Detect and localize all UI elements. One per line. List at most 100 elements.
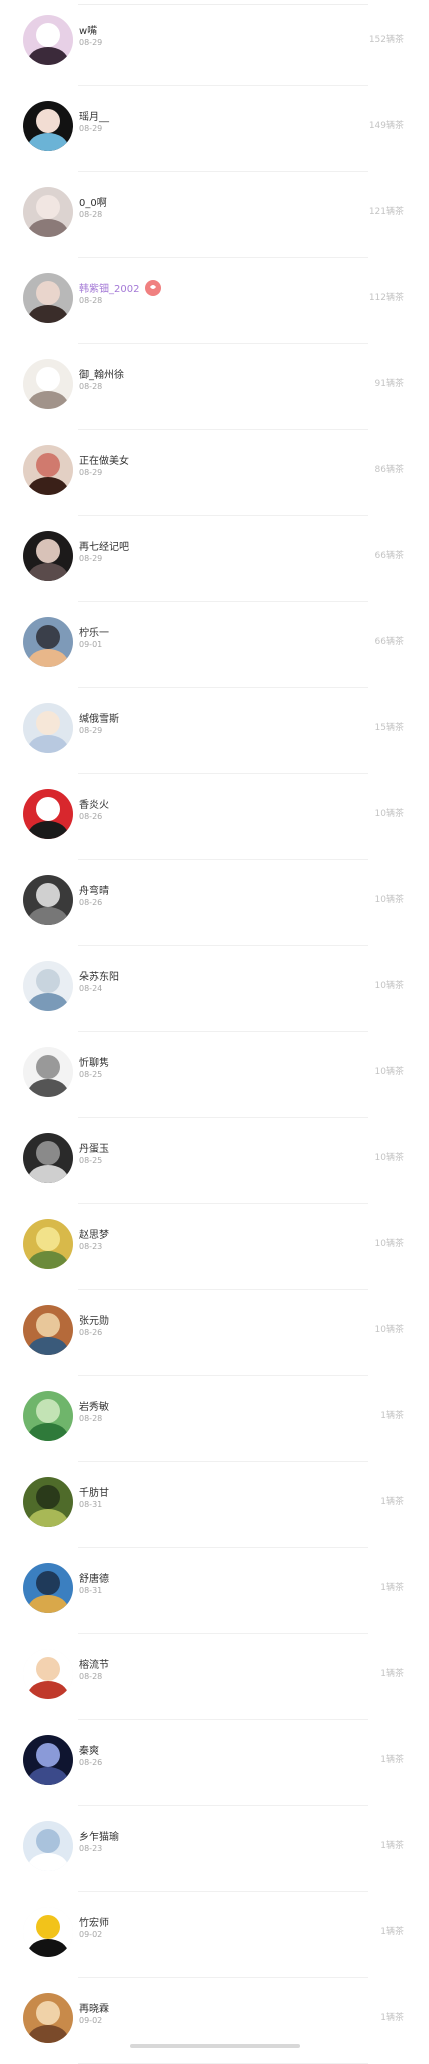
user-name[interactable]: 朵苏东阳 — [79, 968, 119, 983]
list-item-count: 121辆茶 — [368, 207, 404, 217]
bw-portrait-avatar-icon[interactable] — [23, 1133, 73, 1183]
list-item-count: 91辆茶 — [374, 379, 404, 389]
list-item-count: 112辆茶 — [368, 293, 404, 303]
list-item[interactable]: 忻聊隽 08-25 10辆茶 — [0, 1032, 429, 1118]
list-item-count: 1辆茶 — [380, 1583, 404, 1593]
list-item[interactable]: 香炎火 08-26 10辆茶 — [0, 774, 429, 860]
yellow-flowers-avatar-icon[interactable] — [23, 1219, 73, 1269]
list-item-date: 08-29 — [79, 554, 103, 563]
night-sky-avatar-icon[interactable] — [23, 1735, 73, 1785]
list-item-date: 08-24 — [79, 984, 103, 993]
landscape-avatar-icon[interactable] — [23, 1563, 73, 1613]
user-name[interactable]: 秦爽 — [79, 1742, 99, 1757]
list-item[interactable]: 御_翰州徐 08-28 91辆茶 — [0, 344, 429, 430]
list-item-count: 66辆茶 — [374, 637, 404, 647]
list-item[interactable]: 韩紫钿_2002 08-28 112辆茶 — [0, 258, 429, 344]
list-item-count: 66辆茶 — [374, 551, 404, 561]
user-name[interactable]: w嘴 — [79, 22, 97, 37]
list-item[interactable]: 秦爽 08-26 1辆茶 — [0, 1720, 429, 1806]
list-item-date: 08-25 — [79, 1156, 103, 1165]
anime-girl-avatar-icon[interactable] — [23, 703, 73, 753]
girl-red-lips-avatar-icon[interactable] — [23, 445, 73, 495]
home-indicator — [130, 2044, 300, 2048]
girl-selfie-avatar-icon[interactable] — [23, 187, 73, 237]
list-item[interactable]: 丹蛋玉 08-25 10辆茶 — [0, 1118, 429, 1204]
dark-text-avatar-icon[interactable] — [23, 875, 73, 925]
list-item-count: 10辆茶 — [374, 1153, 404, 1163]
list-item[interactable]: 0_0啊 08-28 121辆茶 — [0, 172, 429, 258]
list-item-date: 09-02 — [79, 1930, 103, 1939]
list-item-count: 86辆茶 — [374, 465, 404, 475]
user-name[interactable]: 韩紫钿_2002 — [79, 280, 139, 295]
list-item-date: 08-29 — [79, 726, 103, 735]
list-item-date: 08-31 — [79, 1500, 103, 1509]
list-item[interactable]: 张元勋 08-26 10辆茶 — [0, 1290, 429, 1376]
list-item-count: 15辆茶 — [374, 723, 404, 733]
list-item-date: 08-26 — [79, 812, 103, 821]
cat-hat-avatar-icon[interactable] — [23, 359, 73, 409]
list-item[interactable]: 再七经记吧 08-29 66辆茶 — [0, 516, 429, 602]
flower-avatar-icon[interactable] — [23, 15, 73, 65]
user-list: w嘴 08-29 152辆茶 瑶月__ 08-29 149辆茶 0_0啊 08-28 121辆茶… — [0, 0, 429, 2064]
blue-flowers-avatar-icon[interactable] — [23, 961, 73, 1011]
user-name[interactable]: 舟弯晴 — [79, 882, 109, 897]
user-name[interactable]: 张元勋 — [79, 1312, 109, 1327]
user-name[interactable]: 正在做美女 — [79, 452, 129, 467]
user-name[interactable]: 丹蛋玉 — [79, 1140, 109, 1155]
list-item-date: 08-23 — [79, 1242, 103, 1251]
list-item-date: 08-26 — [79, 898, 103, 907]
list-item[interactable]: 千肪甘 08-31 1辆茶 — [0, 1462, 429, 1548]
user-name[interactable]: 舒唐德 — [79, 1570, 109, 1585]
list-item[interactable]: w嘴 08-29 152辆茶 — [0, 0, 429, 86]
user-name[interactable]: 香炎火 — [79, 796, 109, 811]
list-item-date: 08-25 — [79, 1070, 103, 1079]
list-item[interactable]: 正在做美女 08-29 86辆茶 — [0, 430, 429, 516]
list-item-count: 10辆茶 — [374, 1325, 404, 1335]
list-item[interactable]: 竹宏师 09-02 1辆茶 — [0, 1892, 429, 1978]
list-item-date: 08-28 — [79, 1672, 103, 1681]
user-name[interactable]: 榕流节 — [79, 1656, 109, 1671]
user-name[interactable]: 再七经记吧 — [79, 538, 129, 553]
user-name[interactable]: 竹宏师 — [79, 1914, 109, 1929]
list-item[interactable]: 岩秀敏 08-28 1辆茶 — [0, 1376, 429, 1462]
list-item[interactable]: 舟弯晴 08-26 10辆茶 — [0, 860, 429, 946]
list-item[interactable]: 榕流节 08-28 1辆茶 — [0, 1634, 429, 1720]
dark-hair-avatar-icon[interactable] — [23, 531, 73, 581]
green-leaf-avatar-icon[interactable] — [23, 1391, 73, 1441]
user-name[interactable]: 御_翰州徐 — [79, 366, 124, 381]
star-avatar-icon[interactable] — [23, 1821, 73, 1871]
list-item-date: 08-28 — [79, 210, 103, 219]
food-avatar-icon[interactable] — [23, 1305, 73, 1355]
list-item-count: 1辆茶 — [380, 1411, 404, 1421]
user-name[interactable]: 忻聊隽 — [79, 1054, 109, 1069]
list-item[interactable]: 再晓霖 09-02 1辆茶 — [0, 1978, 429, 2064]
list-item[interactable]: 舒唐德 08-31 1辆茶 — [0, 1548, 429, 1634]
cartoon-old-man-avatar-icon[interactable] — [23, 1649, 73, 1699]
list-item[interactable]: 赵思梦 08-23 10辆茶 — [0, 1204, 429, 1290]
list-item[interactable]: 柠乐一 09-01 66辆茶 — [0, 602, 429, 688]
user-name[interactable]: 缄俄雪斯 — [79, 710, 119, 725]
list-item[interactable]: 乡乍猫瑜 08-23 1辆茶 — [0, 1806, 429, 1892]
girl-portrait-avatar-icon[interactable] — [23, 273, 73, 323]
user-name[interactable]: 再晓霖 — [79, 2000, 109, 2015]
user-name[interactable]: 瑶月__ — [79, 108, 109, 123]
bread-avatar-icon[interactable] — [23, 1993, 73, 2043]
user-name[interactable]: 赵思梦 — [79, 1226, 109, 1241]
red-hat-avatar-icon[interactable] — [23, 789, 73, 839]
green-field-avatar-icon[interactable] — [23, 1477, 73, 1527]
heart-text-avatar-icon[interactable] — [23, 1047, 73, 1097]
user-name[interactable]: 0_0啊 — [79, 194, 107, 209]
girl-blue-hair-avatar-icon[interactable] — [23, 101, 73, 151]
user-name[interactable]: 柠乐一 — [79, 624, 109, 639]
list-item-count: 10辆茶 — [374, 1239, 404, 1249]
list-item[interactable]: 瑶月__ 08-29 149辆茶 — [0, 86, 429, 172]
user-name[interactable]: 岩秀敏 — [79, 1398, 109, 1413]
list-item[interactable]: 朵苏东阳 08-24 10辆茶 — [0, 946, 429, 1032]
user-name[interactable]: 千肪甘 — [79, 1484, 109, 1499]
user-name[interactable]: 乡乍猫瑜 — [79, 1828, 119, 1843]
list-item[interactable]: 缄俄雪斯 08-29 15辆茶 — [0, 688, 429, 774]
sunset-avatar-icon[interactable] — [23, 617, 73, 667]
list-item-count: 10辆茶 — [374, 981, 404, 991]
list-item-date: 08-29 — [79, 468, 103, 477]
penguin-avatar-icon[interactable] — [23, 1907, 73, 1957]
